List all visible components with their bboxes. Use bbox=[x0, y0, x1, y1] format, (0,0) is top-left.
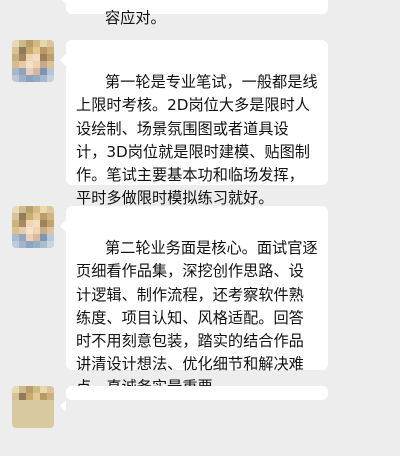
message-text: 容应对。 bbox=[104, 9, 166, 28]
sender-avatar[interactable] bbox=[12, 40, 54, 82]
sender-avatar[interactable] bbox=[12, 206, 54, 248]
chat-message-list: 容应对。 第一轮是专业笔试，一般都是线上限时考核。2D岗位大多是限时人设绘制、场… bbox=[0, 0, 400, 428]
message-bubble[interactable]: 第二轮业务面是核心。面试官逐页细看作品集，深挖创作思路、设计逻辑、制作流程，还考… bbox=[60, 206, 328, 396]
message-bubble[interactable]: 容应对。 bbox=[60, 0, 328, 27]
message-bubble[interactable] bbox=[60, 386, 328, 412]
message-text: 第二轮业务面是核心。面试官逐页细看作品集，深挖创作思路、设计逻辑、制作流程，还考… bbox=[76, 239, 318, 396]
sender-avatar[interactable] bbox=[12, 386, 54, 428]
message-text: 第一轮是专业笔试，一般都是线上限时考核。2D岗位大多是限时人设绘制、场景氛围图或… bbox=[76, 73, 318, 208]
message-bubble[interactable]: 第一轮是专业笔试，一般都是线上限时考核。2D岗位大多是限时人设绘制、场景氛围图或… bbox=[60, 40, 328, 207]
